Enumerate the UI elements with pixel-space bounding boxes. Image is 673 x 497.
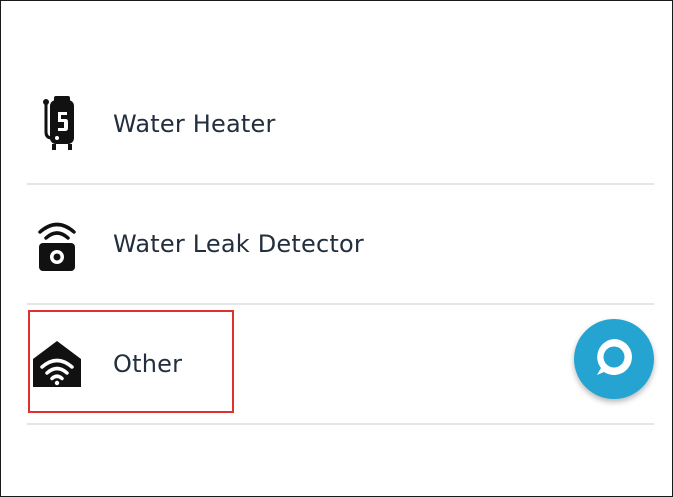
device-item-water-heater[interactable]: Water Heater [1,64,672,184]
device-item-water-leak-detector[interactable]: Water Leak Detector [1,184,672,304]
list-divider [27,423,654,425]
device-item-label: Water Heater [113,110,276,138]
device-type-screen: Water Heater Water Leak Detector Other [0,0,673,497]
smart-home-wifi-icon [29,334,85,394]
device-item-other[interactable]: Other [1,304,672,424]
device-item-label: Water Leak Detector [113,230,364,258]
device-item-label: Other [113,350,183,378]
water-leak-detector-icon [29,214,85,274]
alexa-icon [592,335,636,383]
water-heater-icon [29,94,85,154]
alexa-button[interactable] [574,319,654,399]
